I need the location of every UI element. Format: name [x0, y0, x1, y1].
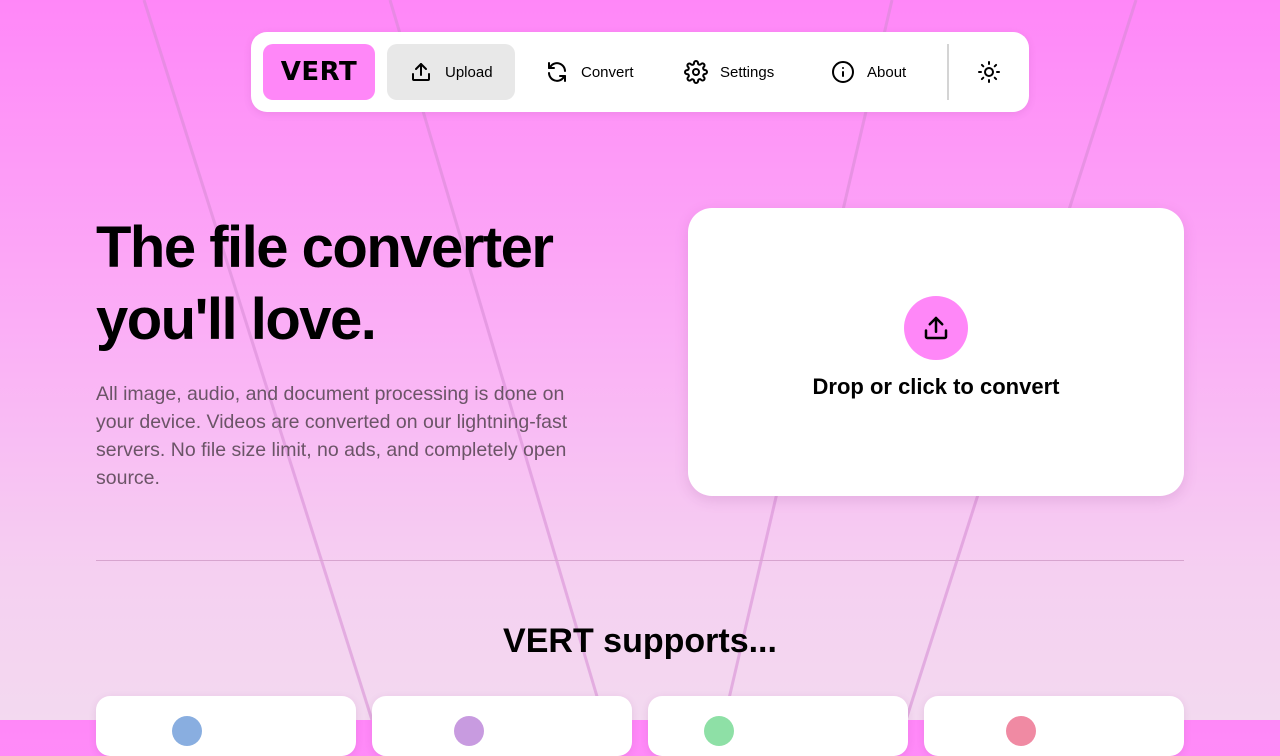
supports-heading: VERT supports... [503, 622, 777, 660]
gear-icon [684, 60, 708, 84]
card-icon-badge [172, 716, 202, 746]
hero-title-line1: The file converter [96, 215, 554, 280]
nav-convert[interactable]: Convert [523, 44, 655, 100]
nav-settings-label: Settings [720, 63, 775, 81]
refresh-icon [548, 62, 566, 82]
format-card-documents[interactable] [648, 696, 908, 756]
theme-toggle-button[interactable] [965, 44, 1013, 100]
vert-logo[interactable]: VERT [263, 44, 375, 100]
card-icon-badge [454, 716, 484, 746]
dropzone-upload-button[interactable] [904, 296, 968, 360]
nav-convert-label: Convert [581, 63, 634, 81]
hero-description: All image, audio, and document processin… [96, 383, 568, 489]
nav-upload[interactable]: Upload [387, 44, 515, 100]
file-dropzone[interactable]: Drop or click to convert [688, 208, 1184, 496]
format-card-video[interactable] [924, 696, 1184, 756]
section-divider [96, 560, 1184, 561]
upload-icon [924, 316, 948, 340]
upload-icon [412, 63, 430, 81]
format-card-images[interactable] [96, 696, 356, 756]
hero-title: The file converter you'll love. [96, 212, 656, 356]
nav-divider [947, 44, 949, 100]
sun-icon [978, 61, 1000, 83]
nav-upload-label: Upload [445, 63, 493, 81]
card-icon-badge [1006, 716, 1036, 746]
card-icon-badge [704, 716, 734, 746]
dropzone-label: Drop or click to convert [812, 374, 1060, 399]
format-card-audio[interactable] [372, 696, 632, 756]
nav-about-label: About [867, 63, 907, 81]
hero-title-line2: you'll love. [96, 287, 377, 352]
info-icon [832, 61, 854, 83]
nav-settings[interactable]: Settings [662, 44, 802, 100]
top-navbar: VERT Upload Convert Settings About [251, 32, 1029, 112]
nav-about[interactable]: About [809, 44, 939, 100]
